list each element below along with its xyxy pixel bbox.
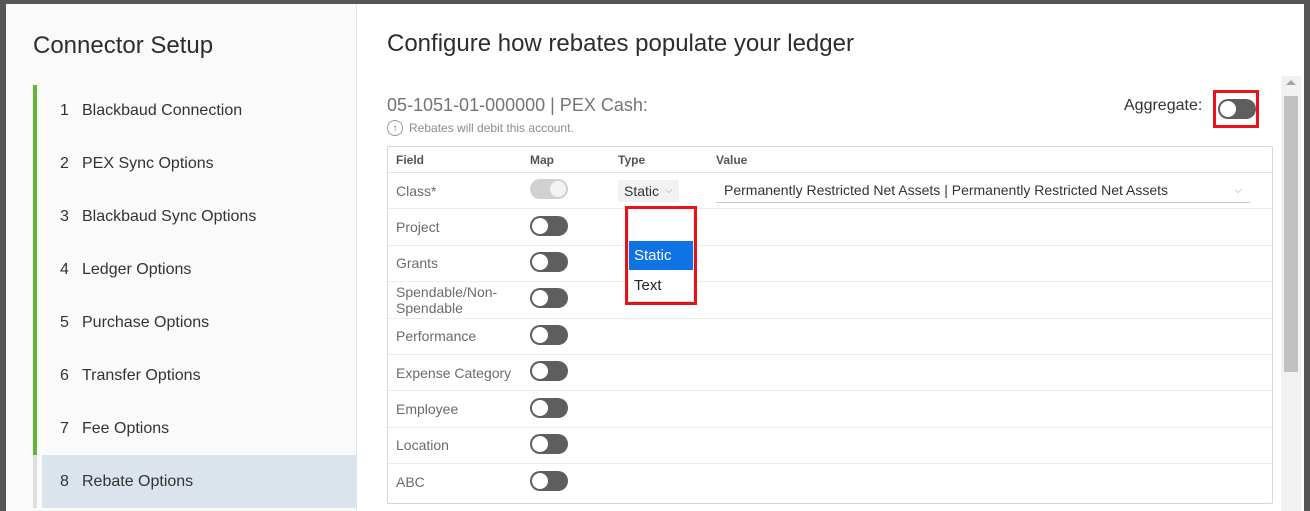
- table-row: Project: [388, 209, 1272, 246]
- step-number: 7: [60, 419, 69, 437]
- main-panel: Configure how rebates populate your ledg…: [358, 4, 1304, 511]
- aggregate-toggle[interactable]: [1218, 99, 1256, 119]
- field-name: Class*: [396, 182, 437, 199]
- table-row: Performance: [388, 319, 1272, 355]
- value-select-class[interactable]: Permanently Restricted Net Assets | Perm…: [716, 178, 1250, 204]
- field-name: ABC: [396, 474, 425, 491]
- step-number: 5: [60, 314, 69, 331]
- step-label: Rebate Options: [82, 472, 194, 490]
- chevron-down-icon: ⌵: [665, 185, 673, 197]
- map-toggle-class[interactable]: [530, 179, 568, 200]
- table-row: Employee: [388, 391, 1272, 428]
- map-toggle-abc[interactable]: [530, 470, 568, 491]
- arrow-up-circle-icon: ↑: [387, 120, 403, 136]
- header-value: Value: [716, 152, 748, 167]
- field-name: Location: [396, 437, 449, 454]
- page-title: Configure how rebates populate your ledg…: [387, 30, 854, 57]
- header-type: Type: [618, 152, 646, 167]
- field-name: Performance: [396, 328, 477, 345]
- step-number: 1: [60, 102, 69, 120]
- table-row: Spendable/Non-Spendable: [388, 282, 1272, 319]
- table-row: Location: [388, 428, 1272, 465]
- step-transfer-options[interactable]: 6 Transfer Options: [33, 349, 357, 403]
- type-select-value: Static: [624, 182, 660, 199]
- step-label: Blackbaud Sync Options: [82, 208, 257, 226]
- field-name: Project: [396, 219, 440, 236]
- step-label: Transfer Options: [82, 366, 201, 384]
- step-number: 4: [60, 261, 69, 279]
- aggregate-label: Aggregate:: [1124, 97, 1203, 114]
- step-number: 2: [60, 155, 69, 173]
- map-toggle-performance[interactable]: [530, 324, 568, 345]
- step-number: 6: [60, 366, 69, 384]
- step-pex-sync-options[interactable]: 2 PEX Sync Options: [33, 137, 357, 191]
- map-toggle-grants[interactable]: [530, 251, 568, 272]
- step-number: 8: [60, 472, 69, 490]
- table-header: Field Map Type Value: [388, 147, 1272, 173]
- scroll-up-icon[interactable]: [1286, 80, 1296, 85]
- field-name: Employee: [396, 401, 459, 418]
- step-blackbaud-connection[interactable]: 1 Blackbaud Connection: [33, 85, 357, 138]
- step-rebate-options[interactable]: 8 Rebate Options: [33, 455, 357, 509]
- value-select-text: Permanently Restricted Net Assets | Perm…: [724, 182, 1169, 199]
- step-label: Ledger Options: [82, 261, 192, 279]
- type-dropdown-highlight: Static Text: [625, 206, 697, 305]
- step-list: 1 Blackbaud Connection 2 PEX Sync Options …: [33, 85, 357, 509]
- map-toggle-expense-category[interactable]: [530, 361, 568, 382]
- step-label: Blackbaud Connection: [82, 102, 243, 120]
- account-hint: ↑ Rebates will debit this account.: [387, 120, 574, 136]
- table-row: Class* Static ⌵ Permanently Restricted Ne…: [388, 173, 1272, 210]
- connector-setup-modal: Connector Setup 1 Blackbaud Connection 2P…: [6, 4, 1304, 511]
- step-fee-options[interactable]: 7 Fee Options: [33, 402, 357, 456]
- map-toggle-employee[interactable]: [530, 397, 568, 418]
- table-row: Grants: [388, 246, 1272, 283]
- step-label: PEX Sync Options: [82, 155, 214, 173]
- header-field: Field: [396, 152, 425, 167]
- sidebar-title: Connector Setup: [33, 32, 214, 59]
- step-purchase-options[interactable]: 5 Purchase Options: [33, 296, 357, 350]
- map-toggle-spendable[interactable]: [530, 288, 568, 309]
- field-name: Grants: [396, 255, 439, 272]
- type-option-static[interactable]: Static: [629, 241, 693, 270]
- step-number: 3: [60, 208, 69, 226]
- type-option-empty[interactable]: [629, 211, 693, 240]
- chevron-down-icon: ⌵: [1234, 184, 1242, 196]
- type-dropdown-list: Static Text: [629, 210, 693, 301]
- header-map: Map: [530, 152, 554, 167]
- sidebar: Connector Setup 1 Blackbaud Connection 2P…: [6, 4, 357, 511]
- field-name: Expense Category: [396, 364, 512, 381]
- step-label: Fee Options: [82, 419, 170, 437]
- scroll-thumb[interactable]: [1284, 96, 1298, 372]
- scrollbar[interactable]: [1281, 76, 1301, 511]
- table-row: Expense Category: [388, 355, 1272, 392]
- account-label: 05-1051-01-000000 | PEX Cash:: [387, 95, 648, 115]
- map-toggle-location[interactable]: [530, 433, 568, 454]
- type-select-class[interactable]: Static ⌵: [618, 179, 679, 202]
- table-row: ABC: [388, 464, 1272, 500]
- field-name: Spendable/Non-Spendable: [396, 283, 498, 316]
- aggregate-highlight: [1213, 90, 1259, 128]
- step-blackbaud-sync-options[interactable]: 3 Blackbaud Sync Options: [33, 190, 357, 244]
- field-mapping-table: Field Map Type Value Class* Static ⌵ Perm…: [387, 146, 1273, 504]
- map-toggle-project[interactable]: [530, 215, 568, 236]
- account-hint-text: Rebates will debit this account.: [409, 121, 574, 135]
- step-ledger-options[interactable]: 4 Ledger Options: [33, 243, 357, 297]
- type-option-text[interactable]: Text: [629, 271, 693, 300]
- step-label: Purchase Options: [82, 314, 210, 331]
